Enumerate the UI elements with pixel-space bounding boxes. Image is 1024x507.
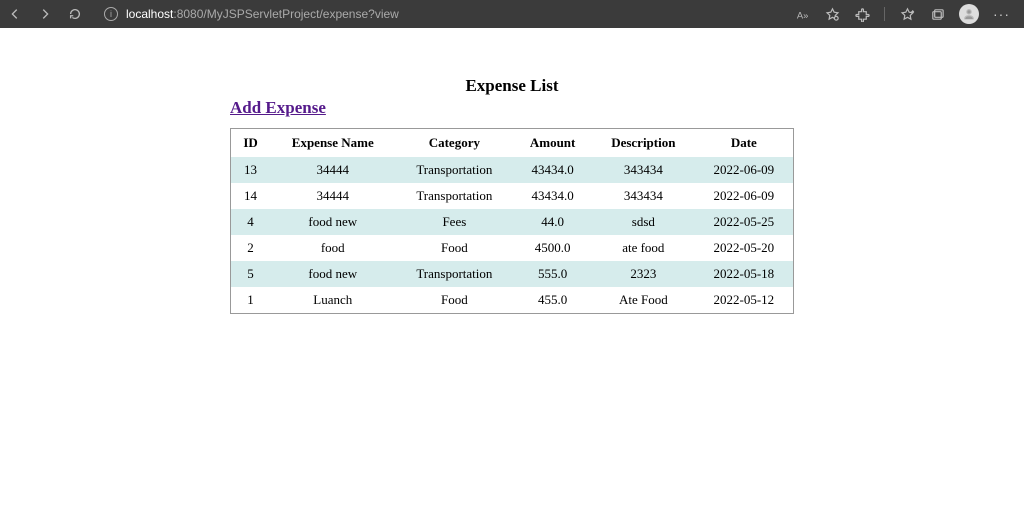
more-menu-icon[interactable]: ··· xyxy=(993,6,1010,22)
toolbar-divider xyxy=(884,7,885,21)
table-row: 1334444Transportation43434.03434342022-0… xyxy=(231,157,794,183)
cell-amount: 44.0 xyxy=(513,209,592,235)
cell-description: 343434 xyxy=(592,157,695,183)
favorites-icon[interactable] xyxy=(899,6,915,22)
cell-id: 13 xyxy=(231,157,271,183)
add-expense-link[interactable]: Add Expense xyxy=(230,98,326,118)
cell-category: Food xyxy=(395,287,513,314)
cell-amount: 455.0 xyxy=(513,287,592,314)
col-id: ID xyxy=(231,129,271,158)
cell-category: Transportation xyxy=(395,261,513,287)
cell-description: sdsd xyxy=(592,209,695,235)
read-aloud-icon[interactable]: A» xyxy=(794,6,810,22)
forward-button[interactable] xyxy=(38,7,52,21)
toolbar-right: A» ··· xyxy=(794,4,1016,24)
browser-toolbar: i localhost:8080/MyJSPServletProject/exp… xyxy=(0,0,1024,28)
cell-category: Transportation xyxy=(395,157,513,183)
cell-amount: 555.0 xyxy=(513,261,592,287)
col-name: Expense Name xyxy=(270,129,395,158)
collections-icon[interactable] xyxy=(929,6,945,22)
table-header: ID Expense Name Category Amount Descript… xyxy=(231,129,794,158)
page-title: Expense List xyxy=(230,76,794,96)
cell-name: food new xyxy=(270,209,395,235)
table-row: 4food newFees44.0sdsd2022-05-25 xyxy=(231,209,794,235)
table-row: 1LuanchFood455.0Ate Food2022-05-12 xyxy=(231,287,794,314)
url-path: :8080/MyJSPServletProject/expense?view xyxy=(173,7,398,21)
cell-id: 1 xyxy=(231,287,271,314)
profile-avatar[interactable] xyxy=(959,4,979,24)
cell-category: Transportation xyxy=(395,183,513,209)
cell-date: 2022-05-12 xyxy=(695,287,794,314)
svg-text:A»: A» xyxy=(796,10,807,20)
cell-id: 2 xyxy=(231,235,271,261)
cell-id: 14 xyxy=(231,183,271,209)
cell-category: Fees xyxy=(395,209,513,235)
cell-id: 4 xyxy=(231,209,271,235)
nav-controls xyxy=(8,7,82,21)
cell-name: food new xyxy=(270,261,395,287)
cell-name: 34444 xyxy=(270,157,395,183)
col-date: Date xyxy=(695,129,794,158)
cell-description: Ate Food xyxy=(592,287,695,314)
table-row: 2foodFood4500.0ate food2022-05-20 xyxy=(231,235,794,261)
table-row: 5food newTransportation555.023232022-05-… xyxy=(231,261,794,287)
back-button[interactable] xyxy=(8,7,22,21)
cell-amount: 43434.0 xyxy=(513,157,592,183)
col-description: Description xyxy=(592,129,695,158)
cell-date: 2022-05-18 xyxy=(695,261,794,287)
expense-table: ID Expense Name Category Amount Descript… xyxy=(230,128,794,314)
col-amount: Amount xyxy=(513,129,592,158)
col-category: Category xyxy=(395,129,513,158)
cell-amount: 4500.0 xyxy=(513,235,592,261)
page-body: Expense List Add Expense ID Expense Name… xyxy=(0,28,1024,314)
cell-description: 343434 xyxy=(592,183,695,209)
cell-description: ate food xyxy=(592,235,695,261)
table-row: 1434444Transportation43434.03434342022-0… xyxy=(231,183,794,209)
extension-icon[interactable] xyxy=(854,6,870,22)
cell-name: food xyxy=(270,235,395,261)
cell-name: 34444 xyxy=(270,183,395,209)
cell-date: 2022-06-09 xyxy=(695,183,794,209)
url-host: localhost xyxy=(126,7,173,21)
cell-id: 5 xyxy=(231,261,271,287)
url-text: localhost:8080/MyJSPServletProject/expen… xyxy=(126,7,399,21)
cell-date: 2022-06-09 xyxy=(695,157,794,183)
address-bar[interactable]: i localhost:8080/MyJSPServletProject/exp… xyxy=(92,7,784,21)
star-settings-icon[interactable] xyxy=(824,6,840,22)
content-wrap: Expense List Add Expense ID Expense Name… xyxy=(230,76,794,314)
cell-date: 2022-05-25 xyxy=(695,209,794,235)
cell-category: Food xyxy=(395,235,513,261)
cell-amount: 43434.0 xyxy=(513,183,592,209)
cell-name: Luanch xyxy=(270,287,395,314)
refresh-button[interactable] xyxy=(68,7,82,21)
table-body: 1334444Transportation43434.03434342022-0… xyxy=(231,157,794,314)
site-info-icon[interactable]: i xyxy=(104,7,118,21)
cell-date: 2022-05-20 xyxy=(695,235,794,261)
cell-description: 2323 xyxy=(592,261,695,287)
